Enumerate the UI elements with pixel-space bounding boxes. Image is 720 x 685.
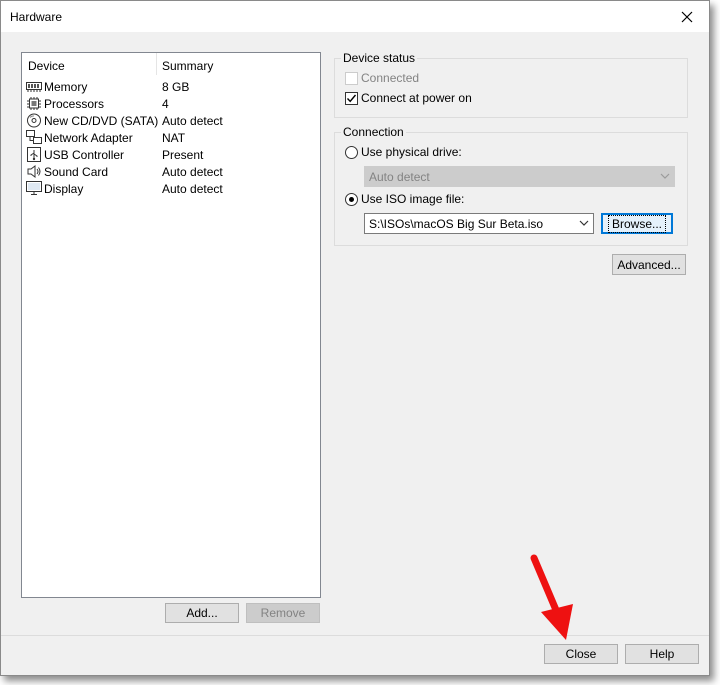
annotation-arrow-icon	[530, 554, 573, 640]
